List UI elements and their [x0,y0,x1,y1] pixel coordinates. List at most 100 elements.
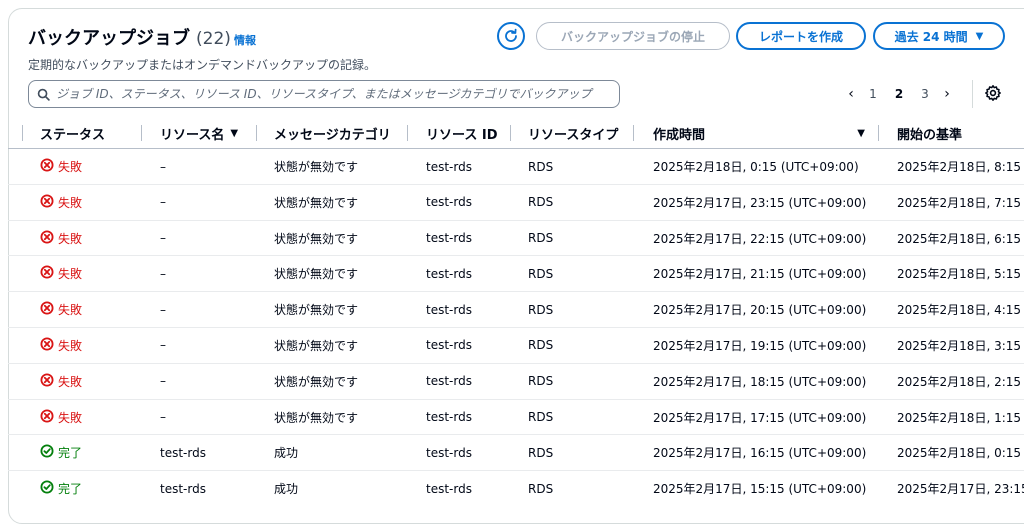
status-text: 失敗 [58,160,83,174]
message-category-cell: 成功 [274,446,299,461]
created-time-cell: 2025年2月17日, 23:15 (UTC+09:00) [653,195,867,210]
column-header-created-label: 作成時間 [653,127,706,143]
table-row[interactable]: 失敗 – 状態が無効です test-rds RDS 2025年2月17日, 21… [8,256,1024,293]
column-divider[interactable] [407,125,408,141]
error-circle-icon [40,301,58,318]
column-divider[interactable] [256,125,257,141]
status-text: 失敗 [58,231,83,246]
status-cell: 完了 [40,471,82,506]
time-range-dropdown[interactable]: 過去 24 時間 ▼ [873,22,1005,50]
resource-name-cell: – [160,159,166,174]
status-text: 失敗 [58,374,83,389]
started-time-cell: 2025年2月18日, 0:15 ( [897,446,1024,461]
message-category-cell: 状態が無効です [274,338,359,353]
column-header-status[interactable]: ステータス [40,118,105,148]
column-header-created[interactable]: 作成時間 ▼ [653,118,865,148]
error-circle-icon [40,373,58,390]
page-2-link[interactable]: 2 [886,87,912,101]
resource-name-cell: test-rds [160,445,206,460]
error-circle-icon [40,158,58,175]
table-row[interactable]: 完了 test-rds 成功 test-rds RDS 2025年2月17日, … [8,471,1024,507]
column-divider[interactable] [878,125,879,141]
column-header-started[interactable]: 開始の基準 [897,118,962,148]
resource-id-cell: test-rds [426,445,472,460]
caret-down-icon: ▼ [230,127,239,139]
status-cell: 失敗 [40,400,82,435]
column-divider[interactable] [633,125,634,141]
info-link[interactable]: 情報 [234,32,256,48]
page-description: 定期的なバックアップまたはオンデマンドバックアップの記録。 [28,58,377,72]
resource-name-cell: test-rds [160,481,206,496]
table-row[interactable]: 失敗 – 状態が無効です test-rds RDS 2025年2月17日, 20… [8,292,1024,328]
message-category-cell: 状態が無効です [274,231,359,246]
error-circle-icon [40,337,58,354]
page-1-link[interactable]: 1 [860,87,886,101]
column-header-resource-name[interactable]: リソース名 ▼ [160,118,238,148]
search-input[interactable] [56,87,619,101]
table-row[interactable]: 完了 test-rds 成功 test-rds RDS 2025年2月17日, … [8,435,1024,472]
created-time-cell: 2025年2月17日, 21:15 (UTC+09:00) [653,267,867,282]
resource-name-cell: – [160,302,166,317]
created-time-cell: 2025年2月18日, 0:15 (UTC+09:00) [653,160,859,174]
status-cell: 失敗 [40,328,82,363]
stop-backup-job-button[interactable]: バックアップジョブの停止 [536,22,730,50]
created-time-cell: 2025年2月17日, 18:15 (UTC+09:00) [653,374,867,389]
message-category-cell: 状態が無効です [274,195,359,210]
created-time-cell: 2025年2月17日, 17:15 (UTC+09:00) [653,410,867,425]
job-count: (22) [196,29,231,49]
status-cell: 失敗 [40,292,82,327]
check-circle-icon [40,480,58,497]
search-icon [37,88,50,101]
table-row[interactable]: 失敗 – 状態が無効です test-rds RDS 2025年2月17日, 22… [8,221,1024,257]
column-header-resource-name-label: リソース名 [160,127,225,143]
status-text: 失敗 [58,195,83,210]
resource-type-cell: RDS [528,231,554,246]
message-category-cell: 成功 [274,482,299,497]
resource-type-cell: RDS [528,445,554,460]
resource-id-cell: test-rds [426,195,472,210]
error-circle-icon [40,409,58,426]
resource-name-cell: – [160,195,166,210]
resource-name-cell: – [160,231,166,246]
refresh-button[interactable] [497,22,525,50]
create-report-button[interactable]: レポートを作成 [736,22,866,50]
column-header-resource-id[interactable]: リソース ID [426,118,498,148]
message-category-cell: 状態が無効です [274,410,359,425]
column-header-message-category[interactable]: メッセージカテゴリ [274,118,391,148]
column-divider[interactable] [22,125,23,141]
caret-down-icon: ▼ [975,30,984,42]
table-row[interactable]: 失敗 – 状態が無効です test-rds RDS 2025年2月17日, 19… [8,328,1024,364]
table-row[interactable]: 失敗 – 状態が無効です test-rds RDS 2025年2月18日, 0:… [8,149,1024,185]
column-divider[interactable] [510,125,511,141]
resource-name-cell: – [160,374,166,389]
started-time-cell: 2025年2月18日, 5:15 ( [897,267,1024,282]
message-category-cell: 状態が無効です [274,267,359,282]
table-settings-button[interactable] [984,84,1002,102]
search-field[interactable] [28,80,620,108]
resource-type-cell: RDS [528,302,554,317]
chevron-right-icon[interactable]: › [938,86,956,102]
created-time-cell: 2025年2月17日, 19:15 (UTC+09:00) [653,338,867,353]
resource-id-cell: test-rds [426,374,472,389]
message-category-cell: 状態が無効です [274,374,359,389]
table-row[interactable]: 失敗 – 状態が無効です test-rds RDS 2025年2月17日, 18… [8,364,1024,400]
resource-id-cell: test-rds [426,338,472,353]
created-time-cell: 2025年2月17日, 16:15 (UTC+09:00) [653,446,867,461]
started-time-cell: 2025年2月18日, 2:15 ( [897,374,1024,389]
chevron-left-icon[interactable]: ‹ [842,86,860,102]
page-title: バックアップジョブ (22) [28,24,231,50]
column-divider[interactable] [141,125,142,141]
resource-id-cell: test-rds [426,266,472,281]
gear-icon [985,85,1001,101]
error-circle-icon [40,194,58,211]
message-category-cell: 状態が無効です [274,160,359,174]
table-row[interactable]: 失敗 – 状態が無効です test-rds RDS 2025年2月17日, 23… [8,185,1024,221]
message-category-cell: 状態が無効です [274,303,359,318]
table-row[interactable]: 失敗 – 状態が無効です test-rds RDS 2025年2月17日, 17… [8,400,1024,436]
table-body: 失敗 – 状態が無効です test-rds RDS 2025年2月18日, 0:… [8,149,1024,507]
error-circle-icon [40,265,58,282]
toolbar-divider [972,80,973,108]
resource-id-cell: test-rds [426,481,472,496]
column-header-resource-type[interactable]: リソースタイプ [528,118,618,148]
page-3-link[interactable]: 3 [912,87,938,101]
